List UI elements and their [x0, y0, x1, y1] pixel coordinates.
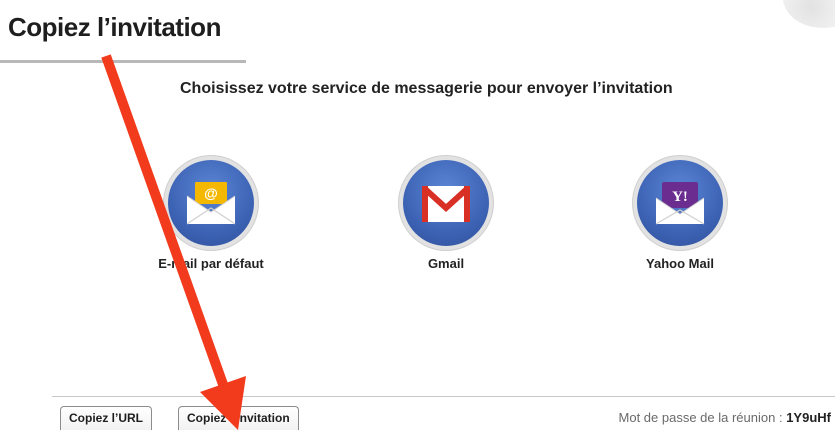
copy-url-tab[interactable]: Copiez l’URL	[60, 406, 152, 430]
service-default-email[interactable]: @ E-mail par défaut	[121, 160, 301, 271]
footer-divider	[52, 396, 835, 397]
svg-text:@: @	[204, 185, 218, 201]
gmail-circle[interactable]	[403, 160, 489, 246]
gmail-icon	[421, 185, 471, 222]
service-label[interactable]: E-mail par défaut	[121, 256, 301, 271]
default-email-circle[interactable]: @	[168, 160, 254, 246]
yahoo-mail-circle[interactable]: Y!	[637, 160, 723, 246]
password-label: Mot de passe de la réunion :	[618, 410, 783, 425]
envelope-at-icon: @	[186, 182, 236, 225]
meeting-password: Mot de passe de la réunion : 1Y9uHf	[619, 410, 831, 425]
instruction-text: Choisissez votre service de messagerie p…	[180, 80, 673, 97]
window-corner-decoration	[783, 0, 835, 28]
service-label[interactable]: Gmail	[356, 256, 536, 271]
service-label[interactable]: Yahoo Mail	[590, 256, 770, 271]
copy-invitation-tab[interactable]: Copiez l’invitation	[178, 406, 299, 430]
title-bar: Copiez l’invitation	[0, 0, 246, 63]
password-value: 1Y9uHf	[786, 410, 831, 425]
page-title: Copiez l’invitation	[8, 12, 221, 42]
service-gmail[interactable]: Gmail	[356, 160, 536, 271]
service-yahoo-mail[interactable]: Y! Yahoo Mail	[590, 160, 770, 271]
yahoo-mail-icon: Y!	[655, 182, 705, 225]
svg-text:Y!: Y!	[672, 189, 688, 205]
